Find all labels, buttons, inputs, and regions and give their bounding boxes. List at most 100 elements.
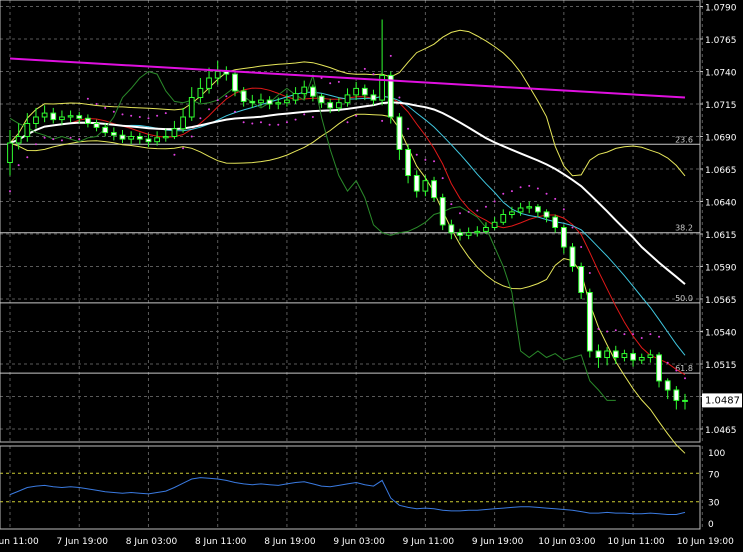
candle-body[interactable] [275,102,282,105]
candle-body[interactable] [41,112,48,118]
price-tick-label: 1.0590 [705,264,737,274]
candle-body[interactable] [344,94,351,104]
sar-dot [632,333,635,336]
price-tick-label: 1.0640 [705,199,737,209]
sar-dot [398,96,401,99]
candle-body[interactable] [361,87,368,96]
candle-body[interactable] [543,211,550,218]
candle-body[interactable] [327,102,334,109]
sar-dot [259,121,262,124]
oscillator-tick-label: 30 [708,499,720,509]
candle-body[interactable] [162,136,169,139]
candle-body[interactable] [535,206,541,213]
candle-body[interactable] [595,350,602,358]
candle-body[interactable] [621,353,628,359]
candle-body[interactable] [552,216,559,229]
candle-body[interactable] [457,232,463,236]
candle-body[interactable] [7,142,13,163]
candle-body[interactable] [387,74,394,118]
candle-body[interactable] [76,115,83,119]
candle-body[interactable] [560,227,567,248]
fib-level-label: 23.6 [675,135,693,144]
candle-body[interactable] [517,207,524,213]
sar-dot [372,73,375,76]
candle-body[interactable] [206,77,212,89]
candle-body[interactable] [396,116,403,150]
candle-body[interactable] [67,115,74,118]
candle-body[interactable] [110,132,117,136]
candle-body[interactable] [266,99,273,105]
candle-body[interactable] [465,232,472,236]
candle-body[interactable] [422,180,429,192]
candle-body[interactable] [370,94,377,101]
candle-body[interactable] [664,380,671,391]
sar-dot [571,226,574,229]
sar-dot [493,200,496,203]
sar-dot [43,136,46,139]
candle-body[interactable] [491,221,498,229]
candle-body[interactable] [682,399,688,402]
candle-body[interactable] [154,137,160,143]
trading-chart[interactable]: 0.023.638.250.061.8 1.07901.07651.07401.… [0,0,743,552]
candle-body[interactable] [483,227,489,232]
sar-dot [156,114,159,117]
candle-body[interactable] [509,211,515,215]
candle-body[interactable] [526,206,533,209]
candle-body[interactable] [171,128,178,137]
candle-body[interactable] [638,357,645,361]
candle-body[interactable] [301,86,308,95]
candle-body[interactable] [431,180,437,199]
candle-body[interactable] [93,123,100,128]
candle-body[interactable] [604,350,610,358]
candle-body[interactable] [673,389,680,401]
candle-body[interactable] [284,99,290,104]
candle-body[interactable] [119,134,126,140]
candle-body[interactable] [586,292,593,352]
candle-body[interactable] [197,87,204,99]
candle-body[interactable] [292,93,299,101]
candle-body[interactable] [448,224,455,234]
candle-body[interactable] [647,354,654,358]
candle-body[interactable] [474,230,481,234]
candle-body[interactable] [59,116,65,121]
sar-dot [242,121,245,124]
candle-body[interactable] [569,246,576,267]
candle-body[interactable] [310,86,316,97]
candle-body[interactable] [353,87,360,96]
candle-body[interactable] [136,136,143,140]
candle-body[interactable] [258,99,264,104]
candle-body[interactable] [500,214,507,223]
price-tick-label: 1.0740 [705,69,737,79]
candle-body[interactable] [630,353,636,361]
candle-body[interactable] [102,126,109,134]
candle-body[interactable] [318,95,325,104]
candle-body[interactable] [612,350,619,358]
candle-body[interactable] [240,90,247,102]
candle-body[interactable] [214,71,221,79]
sar-dot [476,209,479,212]
candle-body[interactable] [85,117,91,125]
sar-dot [459,212,461,215]
candle-body[interactable] [439,197,446,226]
oscillator-tick-label: 70 [708,470,720,480]
time-tick-label: 7 Jun 11:00 [0,537,39,547]
fib-level-label: 50.0 [675,294,693,303]
candle-body[interactable] [656,354,662,382]
sar-dot [285,121,288,124]
candle-body[interactable] [413,175,420,192]
candle-body[interactable] [50,112,57,121]
sar-dot [173,153,176,156]
candle-body[interactable] [128,136,135,140]
candle-body[interactable] [578,266,585,293]
candle-body[interactable] [405,149,411,176]
candle-body[interactable] [33,116,39,124]
candle-body[interactable] [335,102,342,109]
candle-body[interactable] [232,73,238,92]
candle-body[interactable] [15,136,22,144]
candle-body[interactable] [145,138,152,143]
candle-body[interactable] [24,123,31,137]
candle-body[interactable] [180,116,186,130]
sar-dot [545,192,548,195]
candle-body[interactable] [249,100,256,104]
candle-body[interactable] [188,97,195,118]
